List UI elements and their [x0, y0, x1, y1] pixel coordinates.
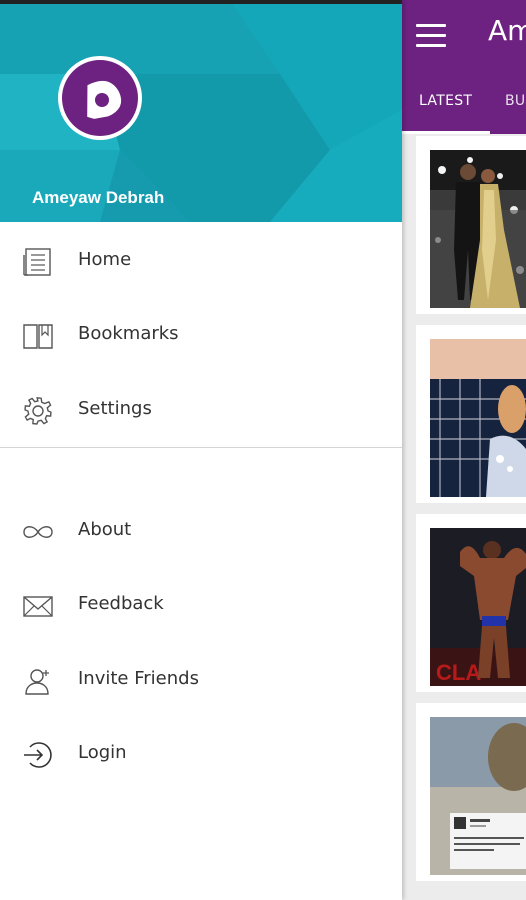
- book-icon: [23, 324, 53, 349]
- svg-text:CLA: CLA: [436, 660, 481, 685]
- hamburger-menu-button[interactable]: [416, 22, 448, 50]
- drawer-item-label: Invite Friends: [78, 668, 199, 689]
- drawer-item-label: About: [78, 519, 132, 540]
- menu-bar-line: [416, 44, 446, 47]
- drawer-item-settings[interactable]: Settings: [0, 376, 402, 446]
- drawer-item-login[interactable]: Login: [0, 720, 402, 790]
- red-carpet-couple-photo: [430, 150, 526, 308]
- news-card[interactable]: [416, 136, 526, 314]
- tab-latest[interactable]: LATEST: [419, 93, 472, 109]
- login-icon: [24, 742, 52, 768]
- news-card[interactable]: [416, 325, 526, 503]
- menu-bar-line: [416, 24, 446, 27]
- envelope-icon: [23, 596, 53, 617]
- main-app-background: Ameyaw LATEST BU: [402, 0, 526, 900]
- news-card[interactable]: [416, 703, 526, 881]
- tab-second[interactable]: BU: [505, 93, 525, 109]
- drawer-item-feedback[interactable]: Feedback: [0, 571, 402, 641]
- user-name: Ameyaw Debrah: [32, 188, 165, 207]
- menu-bar-line: [416, 34, 446, 37]
- drawer-item-label: Settings: [78, 398, 152, 419]
- news-card[interactable]: CLA: [416, 514, 526, 692]
- infinity-icon: [23, 526, 53, 538]
- status-bar: [0, 0, 402, 4]
- drawer-item-invite-friends[interactable]: Invite Friends: [0, 646, 402, 716]
- avatar[interactable]: [58, 56, 142, 140]
- drawer-item-home[interactable]: Home: [0, 227, 402, 297]
- app-bar: Ameyaw LATEST BU: [402, 0, 526, 134]
- add-person-icon: [25, 669, 49, 695]
- bodybuilder-on-stage-photo: CLA: [430, 528, 526, 686]
- drawer-divider: [0, 447, 402, 448]
- drawer-header: Ameyaw Debrah: [0, 0, 402, 222]
- navigation-drawer: Ameyaw Debrah Home Bookmarks Settings Ab…: [0, 0, 402, 900]
- active-tab-indicator: [402, 131, 490, 134]
- drawer-item-label: Feedback: [78, 593, 164, 614]
- drawer-item-label: Bookmarks: [78, 323, 179, 344]
- drawer-item-label: Login: [78, 742, 127, 763]
- ameyaw-logo-icon: [62, 60, 138, 136]
- drawer-item-about[interactable]: About: [0, 497, 402, 567]
- woman-with-microphone-photo: [430, 339, 526, 497]
- drawer-item-bookmarks[interactable]: Bookmarks: [0, 301, 402, 371]
- newspaper-icon: [23, 248, 51, 276]
- drawer-item-label: Home: [78, 249, 132, 270]
- tweet-screenshot-photo: [430, 717, 526, 875]
- gear-icon: [24, 397, 52, 425]
- app-title: Ameyaw: [488, 14, 526, 47]
